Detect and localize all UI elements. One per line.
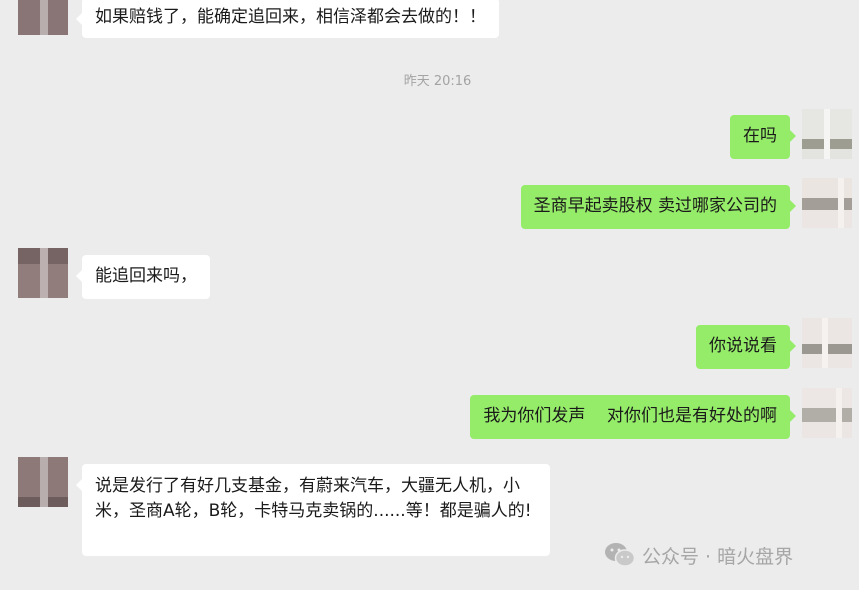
- message-text: 在吗: [743, 126, 777, 146]
- my-avatar[interactable]: [802, 318, 852, 368]
- message-bubble[interactable]: 在吗: [730, 115, 796, 159]
- message-bubble[interactable]: 我为你们发声 对你们也是有好处的啊: [470, 395, 796, 439]
- message-text: 能追回来吗，: [95, 266, 197, 286]
- message-bubble[interactable]: 说是发行了有好几支基金，有蔚来汽车，大疆无人机，小米，圣商A轮，B轮，卡特马克卖…: [76, 464, 550, 556]
- message-text: 我为你们发声 对你们也是有好处的啊: [483, 406, 777, 426]
- message-text: 说是发行了有好几支基金，有蔚来汽车，大疆无人机，小米，圣商A轮，B轮，卡特马克卖…: [95, 476, 532, 521]
- message-bubble[interactable]: 圣商早起卖股权 卖过哪家公司的: [520, 185, 797, 229]
- contact-avatar[interactable]: [18, 457, 68, 507]
- contact-avatar[interactable]: [18, 0, 68, 35]
- my-avatar[interactable]: [802, 388, 852, 438]
- message-bubble[interactable]: 能追回来吗，: [76, 255, 210, 299]
- my-avatar[interactable]: [802, 109, 852, 159]
- chat-area: 如果赔钱了，能确定追回来，相信泽都会去做的！！ 昨天 20:16 在吗 圣商早起…: [0, 0, 859, 590]
- message-timestamp: 昨天 20:16: [403, 74, 472, 89]
- message-text: 圣商早起卖股权 卖过哪家公司的: [533, 196, 777, 216]
- message-bubble[interactable]: 你说说看: [696, 325, 796, 369]
- wechat-icon: [605, 543, 636, 567]
- watermark: 公众号 · 暗火盘界: [604, 540, 793, 570]
- watermark-text: 公众号 · 暗火盘界: [642, 545, 794, 568]
- message-text: 你说说看: [709, 336, 777, 356]
- message-bubble[interactable]: 如果赔钱了，能确定追回来，相信泽都会去做的！！: [76, 0, 499, 38]
- contact-avatar[interactable]: [18, 248, 68, 298]
- message-text: 如果赔钱了，能确定追回来，相信泽都会去做的！！: [95, 7, 486, 27]
- my-avatar[interactable]: [802, 178, 852, 228]
